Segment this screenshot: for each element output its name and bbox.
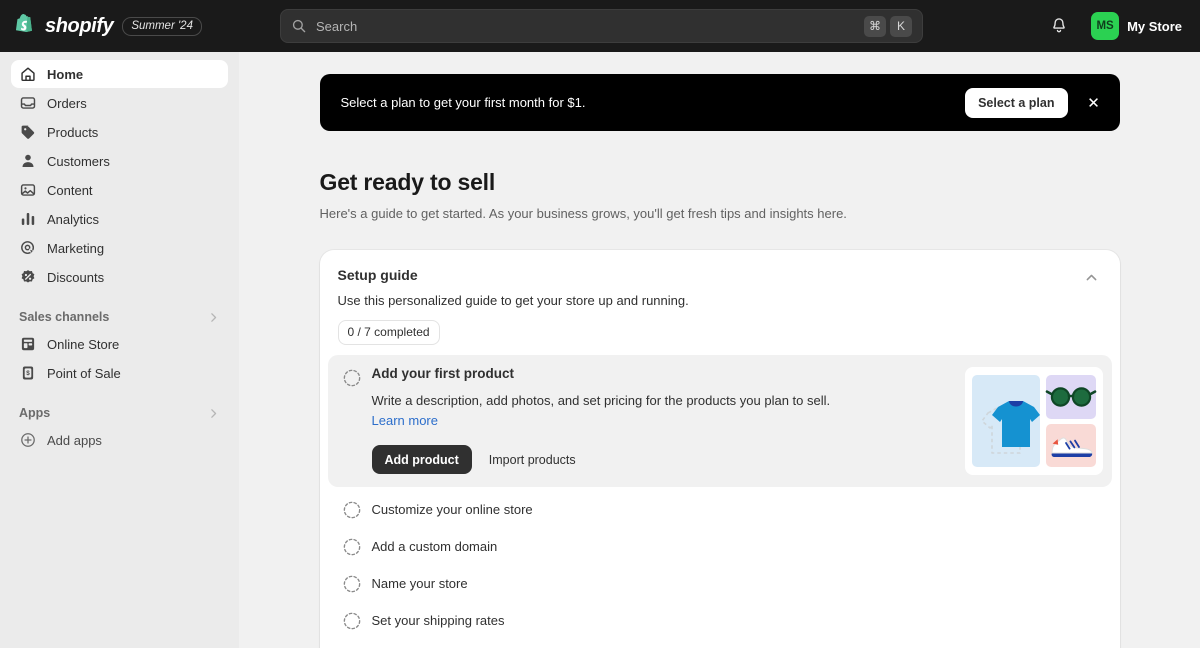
promo-banner: Select a plan to get your first month fo… — [319, 74, 1120, 131]
app-body: Home Orders Products Customers Content A… — [0, 52, 1200, 648]
bell-icon — [1053, 18, 1065, 33]
setup-guide-card: Setup guide Use this personalized guide … — [319, 250, 1120, 648]
product-examples-illustration — [964, 367, 1103, 475]
setup-guide-title: Setup guide — [337, 267, 418, 283]
sidebar-item-label: Products — [47, 124, 99, 140]
sidebar-section-apps[interactable]: Apps — [11, 400, 228, 426]
page-subtitle: Here's a guide to get started. As your b… — [319, 206, 847, 221]
brand-wordmark: shopify — [45, 14, 114, 37]
main-content: Select a plan to get your first month fo… — [239, 52, 1200, 648]
sidebar-item-content[interactable]: Content — [11, 176, 228, 204]
store-name: My Store — [1127, 18, 1182, 34]
sidebar-item-label: Add apps — [47, 432, 102, 448]
task-incomplete-circle-icon[interactable] — [342, 574, 362, 594]
setup-guide-description: Use this personalized guide to get your … — [337, 293, 689, 308]
search-shortcut: ⌘ K — [864, 15, 912, 37]
store-switcher[interactable]: MS My Store — [1087, 9, 1186, 43]
promo-message: Select a plan to get your first month fo… — [340, 95, 586, 110]
sidebar-item-discounts[interactable]: Discounts — [11, 263, 228, 291]
sidebar-section-sales-channels[interactable]: Sales channels — [11, 304, 228, 330]
content-image-icon — [20, 184, 36, 196]
task-incomplete-circle-icon[interactable] — [342, 368, 362, 388]
sidebar-item-label: Home — [47, 66, 84, 82]
task-incomplete-circle-icon[interactable] — [342, 611, 362, 631]
orders-icon — [20, 97, 36, 109]
search-input[interactable]: Search ⌘ K — [280, 9, 923, 43]
learn-more-link[interactable]: Learn more — [372, 413, 438, 428]
sidebar-item-label: Analytics — [47, 211, 100, 227]
chevron-up-icon — [1086, 274, 1097, 280]
task-row[interactable]: Add a custom domain — [328, 528, 1112, 565]
sidebar-item-marketing[interactable]: Marketing — [11, 234, 228, 262]
home-icon — [21, 67, 35, 82]
sidebar-item-label: Content — [47, 182, 93, 198]
task-incomplete-circle-icon[interactable] — [342, 500, 362, 520]
top-bar: shopify Summer '24 Search ⌘ K MS My Stor… — [0, 0, 1200, 52]
chevron-right-icon — [211, 312, 217, 322]
sidebar-section-label: Sales channels — [19, 310, 110, 324]
setup-guide-header: Setup guide Use this personalized guide … — [320, 250, 1120, 345]
task-label: Add a custom domain — [371, 539, 498, 554]
svg-text:$: $ — [26, 370, 30, 377]
sidebar-item-add-apps[interactable]: Add apps — [11, 426, 228, 454]
search-placeholder: Search — [316, 18, 358, 34]
products-tag-icon — [21, 125, 35, 139]
task-label: Name your store — [371, 576, 468, 591]
sidebar: Home Orders Products Customers Content A… — [0, 52, 239, 648]
sidebar-item-label: Discounts — [47, 269, 105, 285]
plus-circle-icon — [21, 433, 35, 447]
task-label: Customize your online store — [371, 502, 533, 517]
kbd-k: K — [890, 15, 912, 37]
task-action-row: Add product Import products — [371, 445, 953, 475]
main-inner: Select a plan to get your first month fo… — [319, 52, 1120, 648]
task-row[interactable]: Set your shipping rates — [328, 602, 1112, 639]
progress-badge: 0 / 7 completed — [337, 320, 440, 345]
collapse-setup-guide-button[interactable] — [1078, 263, 1106, 291]
marketing-target-icon — [21, 241, 36, 255]
sidebar-item-label: Customers — [47, 153, 110, 169]
analytics-bars-icon — [21, 213, 35, 225]
sidebar-item-customers[interactable]: Customers — [11, 147, 228, 175]
task-title: Add your first product — [371, 366, 515, 381]
task-row[interactable]: Set up a payment provider — [328, 639, 1112, 648]
task-add-first-product[interactable]: Add your first product Write a descripti… — [327, 355, 1112, 487]
sidebar-item-home[interactable]: Home — [11, 60, 228, 88]
task-row[interactable]: Name your store — [328, 565, 1112, 602]
version-badge: Summer '24 — [122, 16, 202, 36]
sidebar-item-orders[interactable]: Orders — [11, 89, 228, 117]
top-bar-right: MS My Store — [1045, 0, 1186, 52]
pos-icon: $ — [22, 366, 34, 380]
sidebar-item-point-of-sale[interactable]: $ Point of Sale — [11, 359, 228, 387]
shopify-logo-icon — [16, 14, 32, 32]
sidebar-item-online-store[interactable]: Online Store — [11, 330, 228, 358]
sidebar-item-label: Online Store — [47, 336, 120, 352]
close-icon[interactable]: ✕ — [1080, 89, 1108, 117]
search-icon — [292, 19, 306, 33]
task-description-text: Write a description, add photos, and set… — [371, 393, 831, 408]
page-title: Get ready to sell — [319, 169, 496, 195]
task-row[interactable]: Customize your online store — [328, 491, 1112, 528]
sidebar-section-label: Apps — [19, 406, 51, 420]
sidebar-item-analytics[interactable]: Analytics — [11, 205, 228, 233]
store-icon — [21, 337, 35, 351]
sidebar-item-label: Marketing — [47, 240, 105, 256]
kbd-command: ⌘ — [864, 15, 886, 37]
brand-area[interactable]: shopify Summer '24 — [0, 14, 266, 38]
sidebar-item-label: Point of Sale — [47, 365, 121, 381]
customers-person-icon — [22, 154, 34, 167]
setup-guide-task-list: Add your first product Write a descripti… — [320, 345, 1120, 648]
task-incomplete-circle-icon[interactable] — [342, 537, 362, 557]
add-product-button[interactable]: Add product — [371, 445, 472, 475]
sidebar-item-products[interactable]: Products — [11, 118, 228, 146]
select-a-plan-button[interactable]: Select a plan — [965, 87, 1068, 118]
import-products-button[interactable]: Import products — [478, 445, 587, 474]
task-content: Add your first product Write a descripti… — [371, 366, 953, 475]
notifications-button[interactable] — [1045, 12, 1073, 40]
discounts-badge-icon — [21, 270, 35, 283]
avatar: MS — [1091, 12, 1120, 40]
sidebar-item-label: Orders — [47, 95, 87, 111]
task-description: Write a description, add photos, and set… — [372, 391, 852, 431]
chevron-right-icon — [211, 408, 217, 418]
task-label: Set your shipping rates — [371, 613, 505, 628]
